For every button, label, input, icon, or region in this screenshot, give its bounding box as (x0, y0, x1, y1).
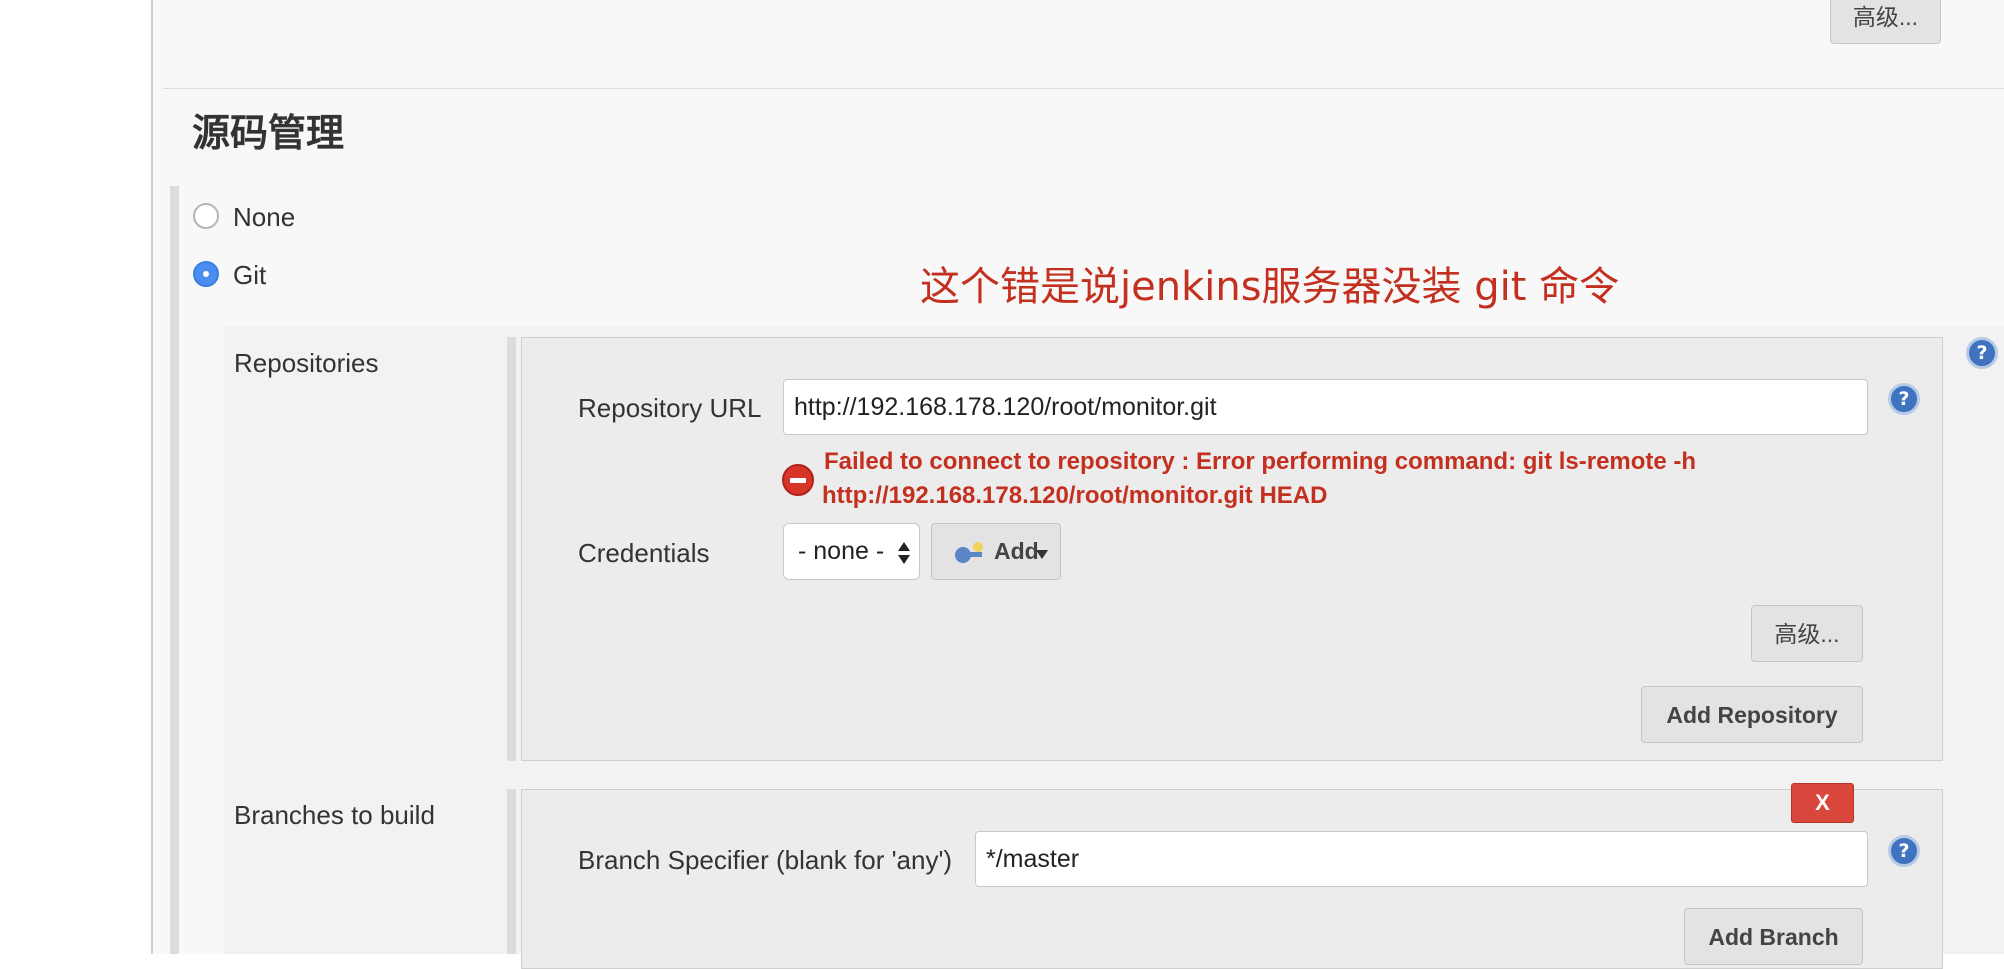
repository-advanced-label: 高级... (1774, 621, 1840, 647)
error-icon (782, 464, 814, 496)
radio-none-option[interactable]: None (193, 202, 343, 233)
repositories-label: Repositories (234, 348, 379, 378)
branch-specifier-label: Branch Specifier (blank for 'any') (578, 845, 953, 875)
add-branch-button[interactable]: Add Branch (1684, 908, 1863, 965)
help-icon[interactable]: ? (1888, 835, 1920, 867)
radio-git[interactable] (193, 261, 219, 287)
branch-specifier-input[interactable] (975, 831, 1868, 887)
section-divider (163, 88, 2004, 89)
repository-advanced-button[interactable]: 高级... (1751, 605, 1863, 662)
credentials-select[interactable]: - none - (783, 523, 920, 580)
add-repository-label: Add Repository (1666, 702, 1838, 728)
top-advanced-button[interactable]: 高级... (1830, 0, 1941, 44)
add-repository-button[interactable]: Add Repository (1641, 686, 1863, 743)
repositories-indent-bar (507, 337, 516, 761)
dropdown-arrow-icon (1036, 550, 1048, 559)
key-icon (955, 542, 983, 563)
add-credentials-label: Add (994, 538, 1039, 564)
repository-url-input[interactable] (783, 379, 1868, 435)
error-message-line2: http://192.168.178.120/root/monitor.git … (822, 482, 1328, 509)
radio-git-option[interactable]: Git (193, 260, 343, 291)
radio-none[interactable] (193, 203, 219, 229)
credentials-label: Credentials (578, 538, 710, 568)
radio-git-label: Git (233, 260, 267, 290)
help-icon[interactable]: ? (1966, 337, 1998, 369)
help-icon[interactable]: ? (1888, 383, 1920, 415)
add-credentials-button[interactable]: Add (931, 523, 1061, 580)
error-message-line1: Failed to connect to repository : Error … (824, 448, 1697, 475)
branches-label: Branches to build (234, 800, 435, 830)
radio-none-label: None (233, 202, 296, 232)
delete-branch-button[interactable]: X (1791, 783, 1854, 823)
repository-url-label: Repository URL (578, 393, 762, 423)
add-branch-label: Add Branch (1708, 924, 1839, 950)
branches-indent-bar (507, 789, 516, 954)
select-arrows-icon (898, 542, 910, 564)
credentials-selected-value: - none - (798, 537, 885, 565)
section-title: 源码管理 (192, 113, 345, 155)
section-indent-bar (170, 186, 179, 954)
annotation-note: 这个错是说jenkins服务器没装 git 命令 (920, 264, 1620, 310)
top-advanced-label: 高级... (1852, 4, 1919, 30)
